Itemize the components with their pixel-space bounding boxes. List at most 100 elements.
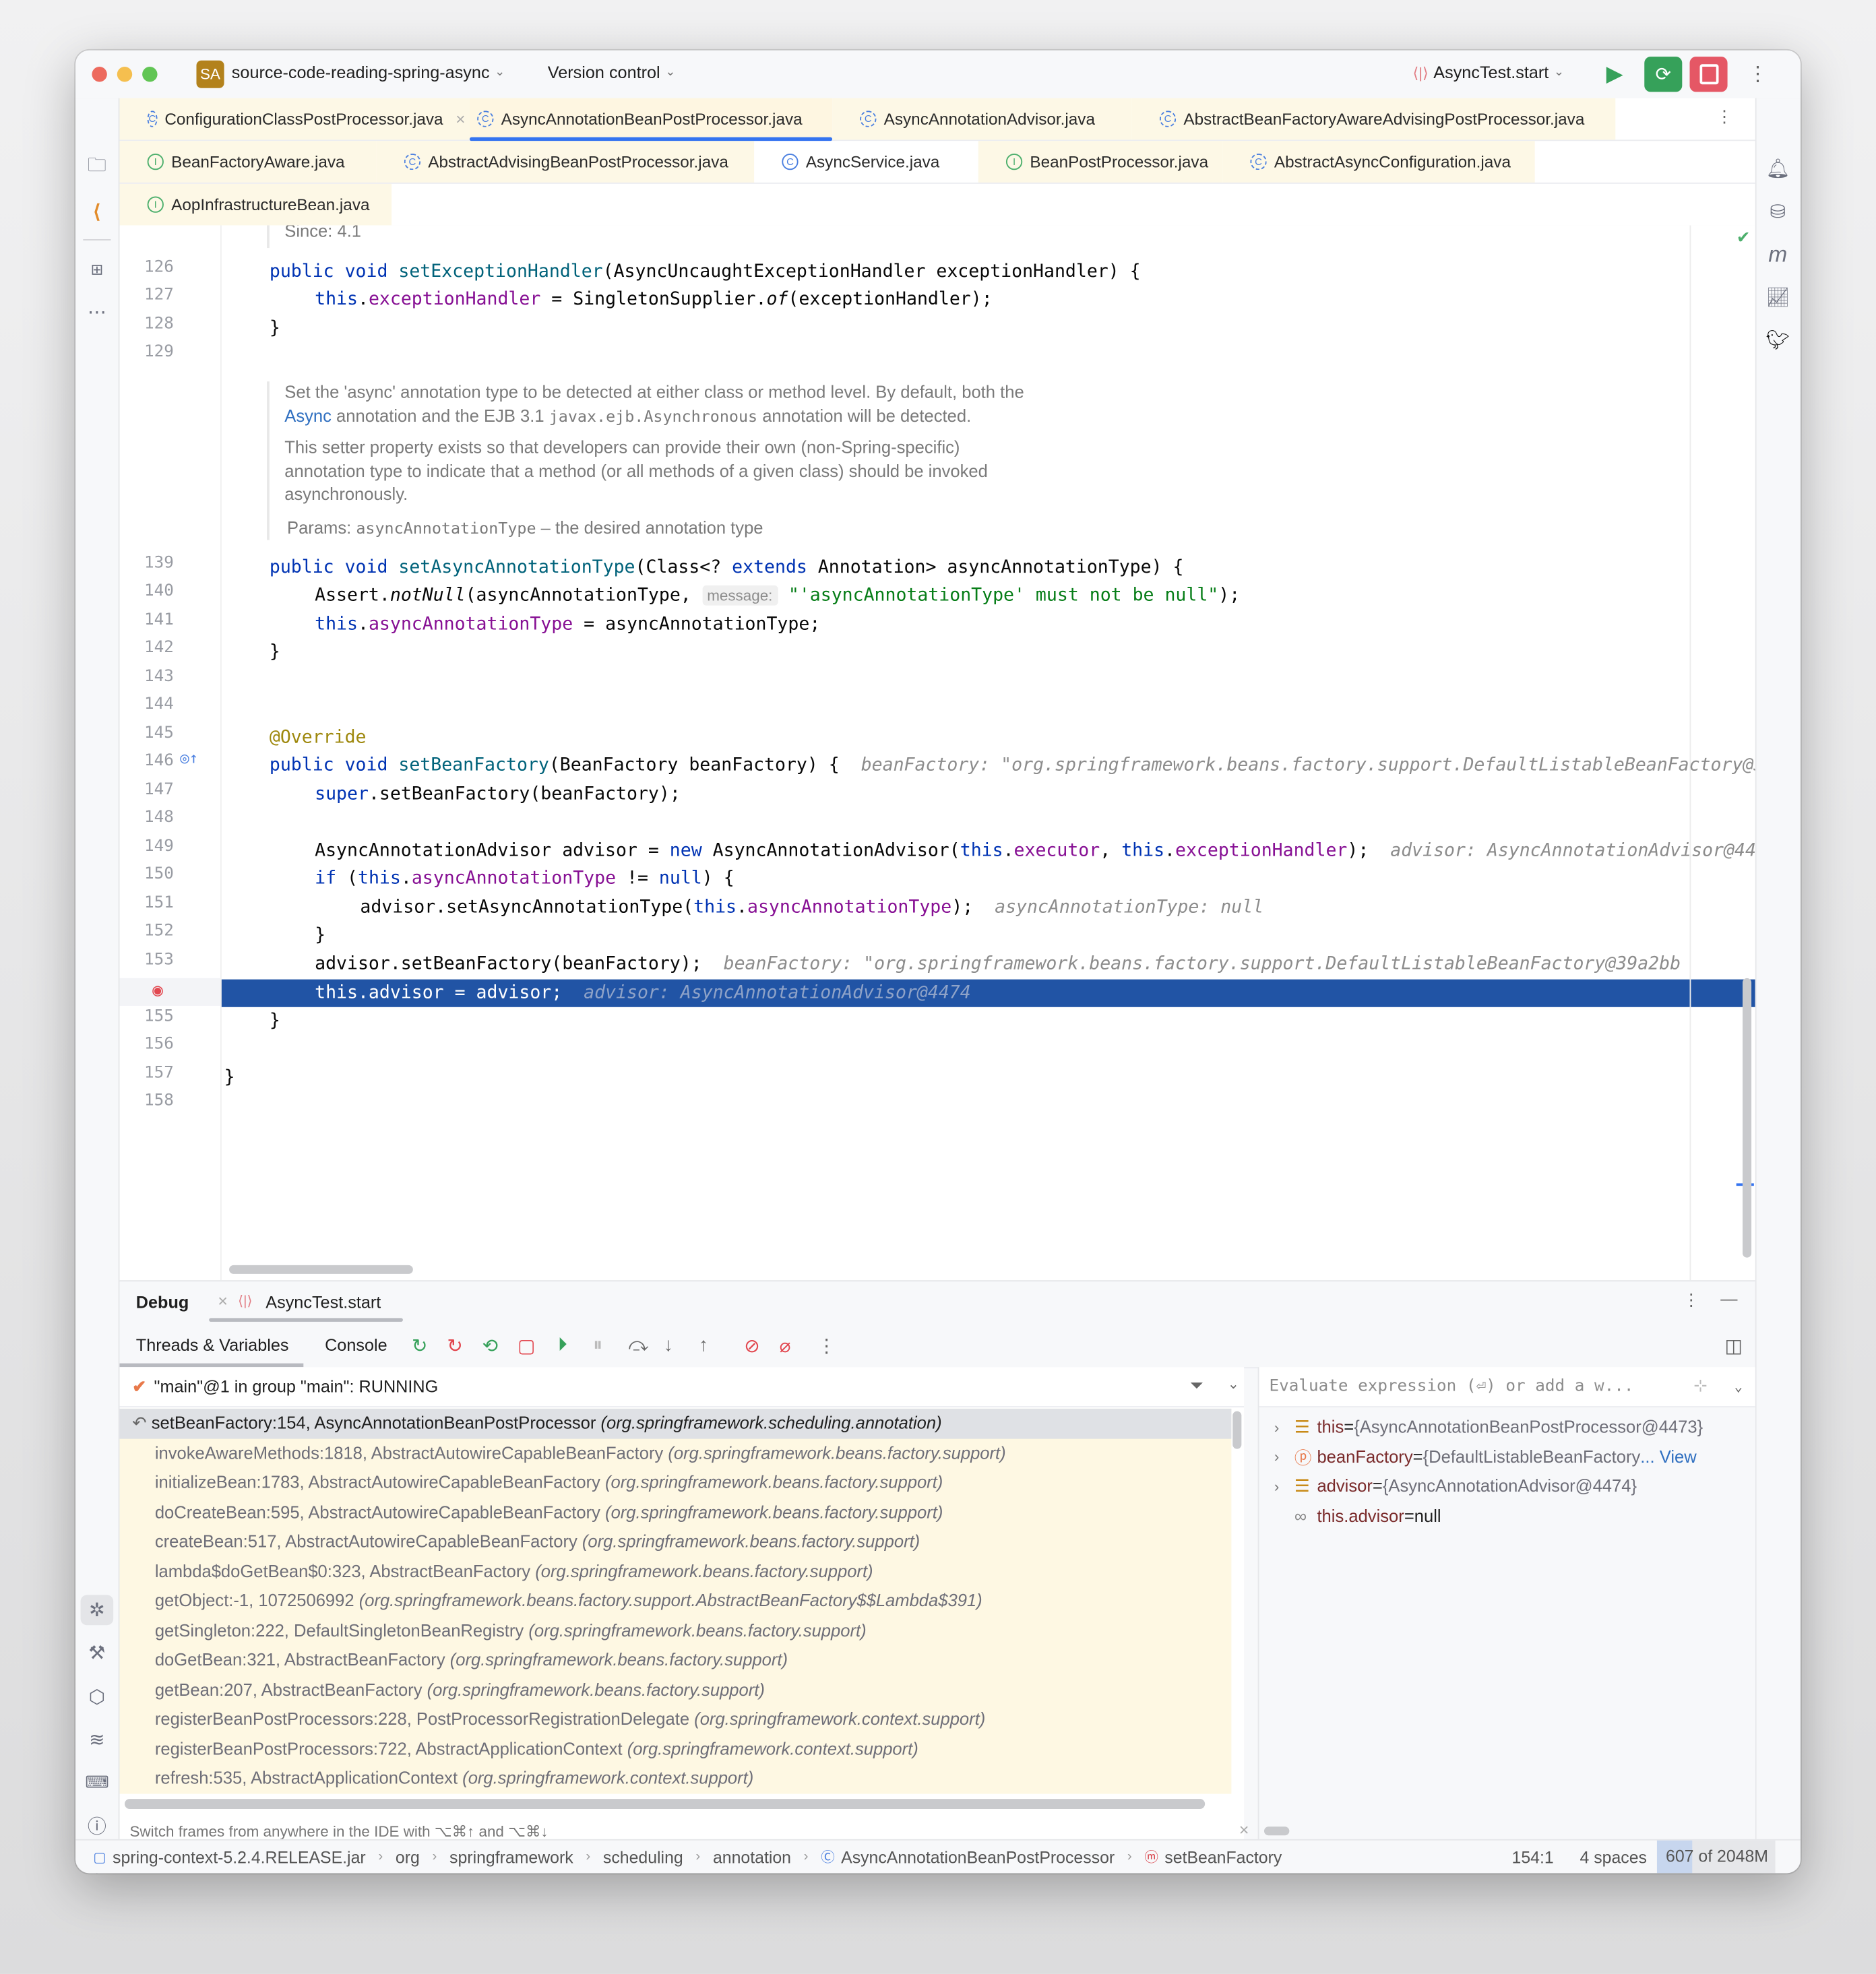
view-breakpoints-icon[interactable]: ⊘	[744, 1335, 760, 1357]
breadcrumb-item[interactable]: AsyncAnnotationBeanPostProcessor	[841, 1847, 1115, 1866]
stop-button[interactable]	[1689, 57, 1728, 92]
maximize-window-button[interactable]	[142, 67, 158, 82]
minimize-window-button[interactable]	[117, 67, 133, 82]
variable-row[interactable]: › ⓟ beanFactory = {DefaultListableBeanFact…	[1259, 1442, 1755, 1471]
stack-frame[interactable]: registerBeanPostProcessors:228, PostProc…	[120, 1705, 1232, 1734]
thread-selector[interactable]: ✔ "main"@1 in group "main": RUNNING ⏷ ⌄	[119, 1367, 1245, 1407]
tab-asyncservice[interactable]: C AsyncService.java	[754, 141, 978, 183]
rerun-icon[interactable]: ↻	[412, 1335, 428, 1357]
horizontal-scrollbar[interactable]	[229, 1265, 413, 1274]
project-selector[interactable]: source-code-reading-spring-async ⌄	[232, 63, 505, 82]
close-tab-icon[interactable]: ×	[456, 110, 465, 129]
stack-frame[interactable]: getObject:-1, 1072506992 (org.springfram…	[120, 1586, 1232, 1616]
stack-frame[interactable]: registerBeanPostProcessors:722, Abstract…	[120, 1734, 1232, 1764]
rerun-failed-icon[interactable]: ↻	[447, 1335, 463, 1357]
tab-console[interactable]: Console	[325, 1335, 387, 1354]
stack-frame[interactable]: invokeAwareMethods:1818, AbstractAutowir…	[120, 1438, 1232, 1468]
step-over-icon[interactable]: ⤼	[628, 1335, 648, 1356]
no-problems-check-icon[interactable]: ✔	[1737, 228, 1750, 248]
expand-chevron-icon[interactable]: ›	[1259, 1418, 1294, 1436]
tab-threads-variables[interactable]: Threads & Variables	[136, 1335, 289, 1354]
breakpoint-icon[interactable]: ◉	[152, 981, 163, 1001]
stack-frame[interactable]: refresh:535, AbstractApplicationContext …	[120, 1764, 1232, 1793]
layout-settings-icon[interactable]: ◫	[1724, 1335, 1743, 1357]
run-config-selector[interactable]: ⟨|⟩ AsyncTest.start ⌄	[1412, 63, 1564, 82]
memory-indicator[interactable]: 607 of 2048M	[1656, 1840, 1776, 1874]
tabs-more-icon[interactable]: ⋮	[1716, 107, 1732, 127]
tab-beanfactoryaware[interactable]: I BeanFactoryAware.java	[119, 141, 377, 183]
tab-beanpostprocessor[interactable]: I BeanPostProcessor.java	[978, 141, 1223, 183]
terminal-icon[interactable]: ⌨	[75, 1767, 119, 1797]
stack-frame[interactable]: createBean:517, AbstractAutowireCapableB…	[120, 1527, 1232, 1556]
commit-icon[interactable]: ⟨	[75, 196, 119, 226]
more-tools-icon[interactable]: ⋯	[75, 297, 119, 327]
evaluate-expression-input[interactable]: Evaluate expression (⏎) or add a w... ⊹ …	[1259, 1367, 1755, 1407]
stack-frame[interactable]: getSingleton:222, DefaultSingletonBeanRe…	[120, 1616, 1232, 1645]
close-session-icon[interactable]: ×	[218, 1292, 228, 1310]
stack-frame[interactable]: initializeBean:1783, AbstractAutowireCap…	[120, 1468, 1232, 1498]
tab-abstractbeanfactoryawareadvisingpostprocessor[interactable]: C AbstractBeanFactoryAwareAdvisingPostPro…	[1131, 98, 1616, 140]
breadcrumb-item[interactable]: setBeanFactory	[1164, 1847, 1282, 1866]
expand-chevron-icon[interactable]: ›	[1259, 1448, 1294, 1465]
rerun-resume-icon[interactable]: ⟲	[482, 1335, 499, 1357]
maven-icon[interactable]: m	[1757, 239, 1800, 269]
tab-configurationclasspostprocessor[interactable]: C ConfigurationClassPostProcessor.java ×	[119, 98, 470, 140]
tab-abstractasyncconfiguration[interactable]: C AbstractAsyncConfiguration.java	[1222, 141, 1535, 183]
close-hint-icon[interactable]: ×	[1239, 1820, 1249, 1839]
build-hammer-icon[interactable]: ⚒	[75, 1638, 119, 1668]
vcs-selector[interactable]: Version control ⌄	[548, 63, 676, 82]
chevron-down-icon[interactable]: ⌄	[1228, 1376, 1239, 1392]
notifications-bell-icon[interactable]: 🔔︎	[1757, 154, 1800, 184]
more-icon[interactable]: ⋮	[1747, 62, 1768, 87]
step-out-icon[interactable]: ↑	[699, 1335, 708, 1356]
problems-icon[interactable]: ⓘ	[75, 1810, 119, 1841]
stack-frame[interactable]: doGetBean:321, AbstractBeanFactory (org.…	[120, 1645, 1232, 1675]
indent-setting[interactable]: 4 spaces	[1580, 1847, 1647, 1866]
debug-tool-icon[interactable]: ✲	[80, 1595, 114, 1626]
frames-vertical-scrollbar[interactable]	[1232, 1411, 1242, 1449]
database-icon[interactable]: ⛁	[1757, 196, 1800, 226]
hide-panel-icon[interactable]: —	[1720, 1289, 1737, 1308]
vars-horizontal-scrollbar[interactable]	[1263, 1826, 1290, 1836]
breadcrumb-item[interactable]: springframework	[449, 1847, 573, 1866]
session-tab[interactable]: AsyncTest.start	[265, 1293, 381, 1312]
ninja-plugin-icon[interactable]: 🐦︎	[1757, 325, 1800, 355]
rerun-debug-button[interactable]: ⟳	[1644, 57, 1683, 92]
step-into-icon[interactable]: ↓	[664, 1335, 673, 1356]
more-actions-icon[interactable]: ⋮	[817, 1335, 836, 1357]
frames-horizontal-scrollbar[interactable]	[124, 1799, 1206, 1810]
variable-row[interactable]: › ☰ advisor = {AsyncAnnotationAdvisor@4474…	[1259, 1471, 1755, 1501]
breadcrumb-item[interactable]: scheduling	[603, 1847, 683, 1866]
expand-chevron-icon[interactable]: ›	[1259, 1477, 1294, 1495]
stack-frame[interactable]: getBean:207, AbstractBeanFactory (org.sp…	[120, 1675, 1232, 1705]
stack-frame-current[interactable]: ↶ setBeanFactory:154, AsyncAnnotationBea…	[119, 1408, 1232, 1438]
stop-icon[interactable]: ▢	[518, 1335, 536, 1357]
resume-icon[interactable]: ▶︎	[1606, 62, 1622, 87]
profiler-chart-icon[interactable]: 📈︎	[1757, 282, 1800, 313]
breadcrumb-item[interactable]: annotation	[713, 1847, 791, 1866]
stack-frame[interactable]: lambda$doGetBean$0:323, AbstractBeanFact…	[120, 1556, 1232, 1586]
tab-abstractadvisingbeanpostprocessor[interactable]: C AbstractAdvisingBeanPostProcessor.java	[376, 141, 755, 183]
breadcrumb-item[interactable]: spring-context-5.2.4.RELEASE.jar	[113, 1847, 366, 1866]
layers-icon[interactable]: ≋	[75, 1725, 119, 1755]
async-doc-link[interactable]: Async	[284, 406, 332, 425]
close-window-button[interactable]	[92, 67, 107, 82]
tab-aopinfrastructurebean[interactable]: I AopInfrastructureBean.java	[119, 183, 392, 226]
tab-asyncannotationadvisor[interactable]: C AsyncAnnotationAdvisor.java	[832, 98, 1132, 140]
variable-row[interactable]: › ☰ this = {AsyncAnnotationBeanPostProcess…	[1259, 1412, 1755, 1442]
caret-position[interactable]: 154:1	[1512, 1847, 1554, 1866]
filter-icon[interactable]: ⏷	[1190, 1376, 1203, 1396]
breadcrumb-item[interactable]: org	[396, 1847, 420, 1866]
code-editor[interactable]: 126 127 128 129 139 140 141 142 143 144 …	[119, 225, 1755, 1281]
services-icon[interactable]: ⬡	[75, 1682, 119, 1712]
project-folder-icon[interactable]: 🗀	[75, 152, 119, 183]
vertical-scrollbar[interactable]	[1743, 978, 1752, 1258]
tab-asyncannotationbeanpostprocessor[interactable]: C AsyncAnnotationBeanPostProcessor.java	[469, 98, 833, 141]
view-link[interactable]: ... View	[1640, 1447, 1696, 1466]
structure-icon[interactable]: ⊞	[75, 254, 119, 284]
options-icon[interactable]: ⋮	[1683, 1290, 1699, 1310]
mute-breakpoints-icon[interactable]: ⌀	[780, 1335, 791, 1357]
overrides-method-icon[interactable]: ◎↑	[180, 749, 198, 767]
resume-program-icon[interactable]: ⏵	[558, 1335, 567, 1356]
add-watch-icon[interactable]: ⊹	[1693, 1377, 1707, 1396]
